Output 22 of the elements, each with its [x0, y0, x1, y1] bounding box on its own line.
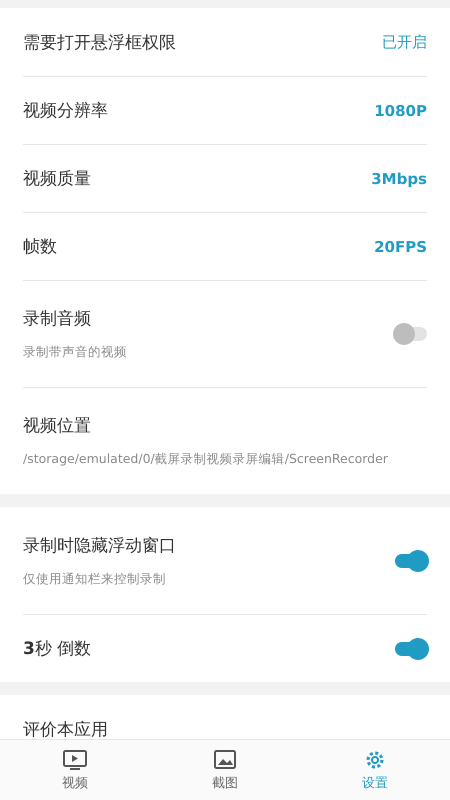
tv-play-icon	[62, 748, 88, 770]
setting-description: /storage/emulated/0/截屏录制视频录屏编辑/ScreenRecorder	[23, 451, 388, 468]
setting-value[interactable]: 已开启	[382, 32, 427, 52]
nav-tab[interactable]: 视频	[0, 740, 150, 800]
setting-description: 仅使用通知栏来控制录制	[23, 570, 167, 588]
setting-title: 帧数	[23, 236, 57, 258]
image-icon	[213, 748, 237, 770]
setting-title: 视频分辨率	[23, 100, 108, 122]
setting-title: 录制时隐藏浮动窗口	[23, 534, 176, 556]
setting-title: 需要打开悬浮框权限	[23, 32, 176, 54]
setting-title: 3秒 倒数	[23, 638, 92, 660]
nav-tab[interactable]: 截图	[150, 740, 300, 800]
settings-icon	[364, 748, 386, 770]
setting-value[interactable]: 3Mbps	[371, 170, 427, 188]
nav-tab[interactable]: 设置	[300, 740, 450, 800]
setting-description: 录制带声音的视频	[23, 344, 127, 361]
setting-title: 视频质量	[23, 168, 91, 190]
setting-value[interactable]: 20FPS	[374, 238, 427, 256]
setting-title: 视频位置	[23, 415, 92, 437]
setting-title: 录制音频	[23, 308, 92, 330]
setting-title: 评价本应用	[23, 718, 108, 740]
setting-value[interactable]: 1080P	[374, 102, 427, 120]
